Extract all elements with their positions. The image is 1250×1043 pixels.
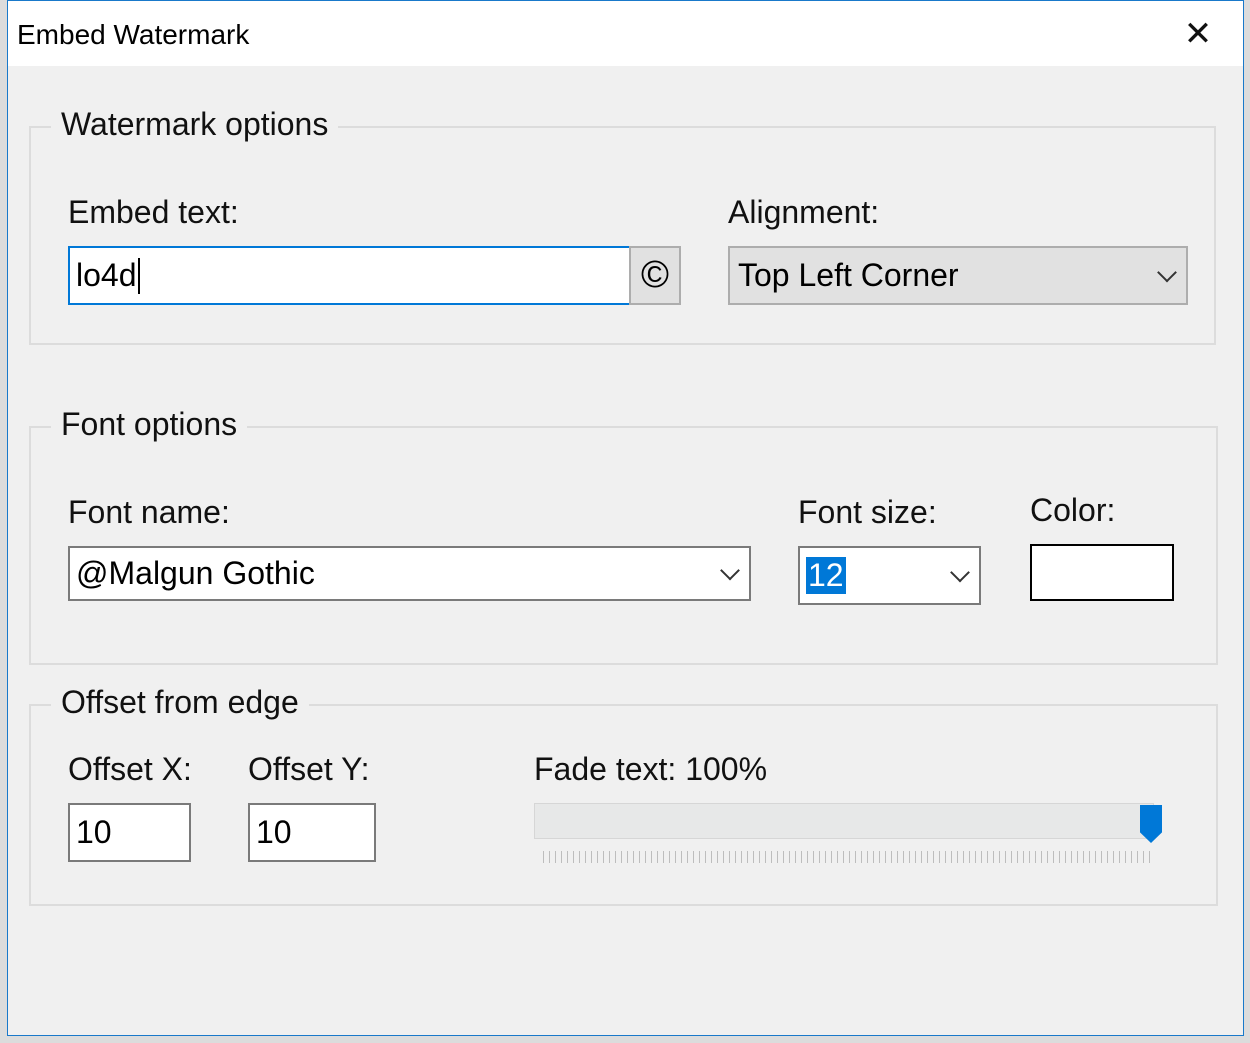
font-name-label: Font name: — [68, 494, 230, 530]
title-bar: Embed Watermark ✕ — [8, 1, 1243, 66]
watermark-options-group: Watermark options — [29, 106, 1216, 345]
slider-ticks — [543, 851, 1155, 863]
group-legend: Offset from edge — [51, 684, 309, 721]
font-name-dropdown[interactable]: @Malgun Gothic — [68, 546, 751, 601]
window-title: Embed Watermark — [17, 19, 250, 50]
fade-text-label: Fade text: 100% — [534, 751, 768, 787]
embed-watermark-dialog: Embed Watermark ✕ Watermark options Embe… — [7, 0, 1244, 1036]
fade-slider-track[interactable] — [534, 803, 1154, 839]
chevron-down-icon — [1157, 262, 1177, 282]
group-legend: Font options — [51, 406, 248, 443]
chevron-down-icon — [720, 560, 740, 580]
offset-x-input[interactable]: 10 — [68, 803, 191, 862]
close-button[interactable]: ✕ — [1153, 1, 1243, 66]
group-legend: Watermark options — [51, 106, 339, 143]
alignment-label: Alignment: — [728, 194, 880, 230]
offset-y-input[interactable]: 10 — [248, 803, 376, 862]
offset-x-label: Offset X: — [68, 751, 192, 787]
color-swatch[interactable] — [1030, 544, 1174, 601]
close-icon: ✕ — [1183, 14, 1213, 53]
fade-value: 100% — [685, 751, 768, 787]
copyright-button[interactable]: © — [629, 246, 681, 305]
font-size-label: Font size: — [798, 494, 937, 530]
embed-text-label: Embed text: — [68, 194, 239, 230]
chevron-down-icon — [950, 562, 970, 582]
color-label: Color: — [1030, 492, 1116, 528]
alignment-dropdown[interactable]: Top Left Corner — [728, 246, 1188, 305]
offset-y-label: Offset Y: — [248, 751, 370, 787]
font-size-dropdown[interactable]: 12 — [798, 546, 981, 605]
embed-text-input[interactable]: lo4d — [68, 246, 631, 305]
